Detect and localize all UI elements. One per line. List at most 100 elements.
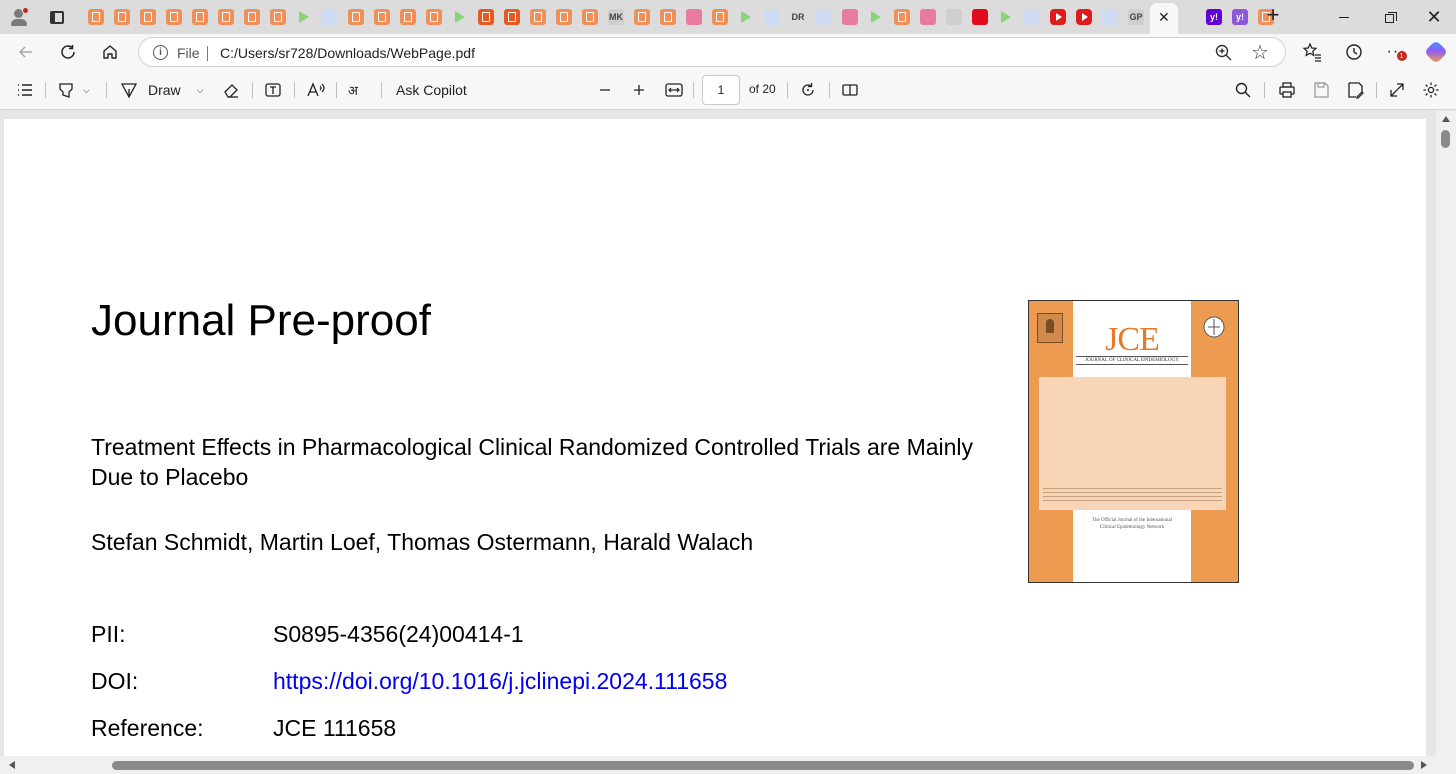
notification-badge: 1 [1397, 51, 1407, 61]
tab-orange-doc-icon[interactable] [712, 9, 728, 25]
tab-orange-doc-icon[interactable] [140, 9, 156, 25]
tab-dr-icon[interactable]: DR [790, 9, 806, 25]
tab-youtube-icon[interactable] [1076, 9, 1092, 25]
close-window-button[interactable]: ✕ [1412, 0, 1456, 34]
tab-orange-doc-icon[interactable] [218, 9, 234, 25]
tab-bird-icon[interactable] [946, 9, 962, 25]
vertical-scroll-thumb[interactable] [1441, 130, 1450, 148]
tab-orange-doc-icon[interactable] [270, 9, 286, 25]
save-button[interactable] [1312, 79, 1330, 101]
read-aloud-button[interactable] [306, 79, 326, 101]
page-count: of 20 [749, 82, 776, 96]
tab-orange-doc-icon[interactable] [530, 9, 546, 25]
rotate-button[interactable] [799, 79, 817, 101]
horizontal-scroll-thumb[interactable] [112, 761, 1414, 770]
tab-green-play-icon[interactable] [738, 9, 754, 25]
pdf-viewport[interactable]: Journal Pre-proof Treatment Effects in P… [0, 111, 1456, 774]
tab-green-play-icon[interactable] [296, 9, 312, 25]
tab-light-blue-icon[interactable] [1024, 9, 1040, 25]
tab-mk-icon[interactable]: MK [608, 9, 624, 25]
tab-actions-icon[interactable] [46, 6, 68, 28]
zoom-icon[interactable] [1214, 43, 1234, 63]
refresh-button[interactable] [55, 39, 81, 65]
scroll-right-arrow-icon[interactable] [1421, 761, 1427, 769]
back-button[interactable] [13, 39, 39, 65]
page-view-button[interactable] [841, 79, 859, 101]
draw-pen-icon [120, 83, 138, 99]
tab-orange-doc-dark-icon[interactable] [478, 9, 494, 25]
horizontal-scrollbar[interactable] [0, 756, 1436, 774]
translate-button[interactable]: अ [348, 79, 368, 101]
tab-orange-doc-icon[interactable] [192, 9, 208, 25]
scroll-up-arrow-icon[interactable] [1442, 116, 1450, 122]
favorites-button[interactable] [1299, 39, 1325, 65]
tab-pink-icon[interactable] [920, 9, 936, 25]
add-favorite-star-icon[interactable]: ☆ [1251, 40, 1269, 65]
copilot-button[interactable] [1423, 39, 1449, 65]
restore-button[interactable] [1368, 0, 1412, 34]
tab-gp-icon[interactable]: GP [1128, 9, 1144, 25]
home-button[interactable] [97, 39, 123, 65]
doi-link[interactable]: https://doi.org/10.1016/j.jclinepi.2024.… [273, 668, 727, 694]
refresh-icon [61, 45, 75, 59]
tab-orange-doc-icon[interactable] [634, 9, 650, 25]
highlight-button[interactable]: ⌵ [57, 79, 90, 101]
vertical-scrollbar[interactable] [1436, 111, 1456, 774]
page-number-input[interactable]: 1 [702, 75, 740, 105]
zoom-out-button[interactable] [598, 79, 612, 101]
article-title: Treatment Effects in Pharmacological Cli… [91, 434, 974, 490]
ask-copilot-button[interactable]: Ask Copilot [396, 79, 467, 101]
tab-orange-doc-icon[interactable] [374, 9, 390, 25]
address-bar[interactable]: i File C:/Users/sr728/Downloads/WebPage.… [138, 37, 1286, 67]
zoom-in-button[interactable] [632, 79, 646, 101]
search-pdf-button[interactable] [1234, 79, 1252, 101]
tab-green-play-icon[interactable] [998, 9, 1014, 25]
print-button[interactable] [1278, 79, 1296, 101]
tab-pink-icon[interactable] [686, 9, 702, 25]
erase-button[interactable] [222, 79, 240, 101]
settings-and-more-button[interactable]: ··· 1 [1383, 39, 1409, 65]
tab-yahoo-icon[interactable]: y! [1206, 9, 1222, 25]
add-text-button[interactable] [264, 79, 282, 101]
tab-orange-doc-icon[interactable] [556, 9, 572, 25]
scroll-left-arrow-icon[interactable] [9, 761, 15, 769]
active-tab[interactable]: ✕ [1150, 3, 1178, 34]
tab-orange-doc-icon[interactable] [166, 9, 182, 25]
search-icon [1235, 82, 1251, 98]
close-tab-icon[interactable]: ✕ [1158, 8, 1170, 26]
tab-yahoo-light-icon[interactable]: y! [1232, 9, 1248, 25]
tab-orange-doc-icon[interactable] [894, 9, 910, 25]
tab-orange-doc-icon[interactable] [660, 9, 676, 25]
tab-pink-icon[interactable] [842, 9, 858, 25]
journal-cover-image: JCE JOURNAL OF CLINICAL EPIDEMIOLOGY The… [1028, 300, 1239, 583]
url-text[interactable]: C:/Users/sr728/Downloads/WebPage.pdf [220, 45, 475, 61]
tab-orange-doc-icon[interactable] [114, 9, 130, 25]
tab-light-blue-icon[interactable] [816, 9, 832, 25]
tab-orange-doc-icon[interactable] [348, 9, 364, 25]
tab-green-play-icon[interactable] [868, 9, 884, 25]
site-info-icon[interactable]: i [153, 45, 168, 60]
pdf-settings-button[interactable] [1422, 79, 1440, 101]
fit-to-width-button[interactable] [664, 79, 684, 101]
draw-button[interactable]: Draw ⌵ [120, 79, 204, 101]
reference-value: JCE 111658 [273, 715, 397, 741]
contents-button[interactable] [16, 79, 34, 101]
tab-orange-doc-icon[interactable] [88, 9, 104, 25]
tab-orange-doc-icon[interactable] [244, 9, 260, 25]
tab-orange-doc-icon[interactable] [426, 9, 442, 25]
fullscreen-button[interactable] [1388, 79, 1406, 101]
tab-grid-icon[interactable] [1102, 9, 1118, 25]
new-tab-button[interactable]: + [1262, 4, 1284, 28]
profile-icon[interactable] [8, 6, 30, 28]
tab-orange-doc-icon[interactable] [582, 9, 598, 25]
tab-orange-doc-icon[interactable] [400, 9, 416, 25]
save-as-button[interactable] [1346, 79, 1364, 101]
history-button[interactable] [1341, 39, 1367, 65]
tab-orange-doc-dark-icon[interactable] [504, 9, 520, 25]
tab-green-play-icon[interactable] [452, 9, 468, 25]
tab-light-blue-icon[interactable] [322, 9, 338, 25]
tab-youtube-icon[interactable] [1050, 9, 1066, 25]
tab-red-r-icon[interactable] [972, 9, 988, 25]
minimize-button[interactable] [1322, 0, 1366, 34]
tab-search-tab-icon[interactable] [764, 9, 780, 25]
